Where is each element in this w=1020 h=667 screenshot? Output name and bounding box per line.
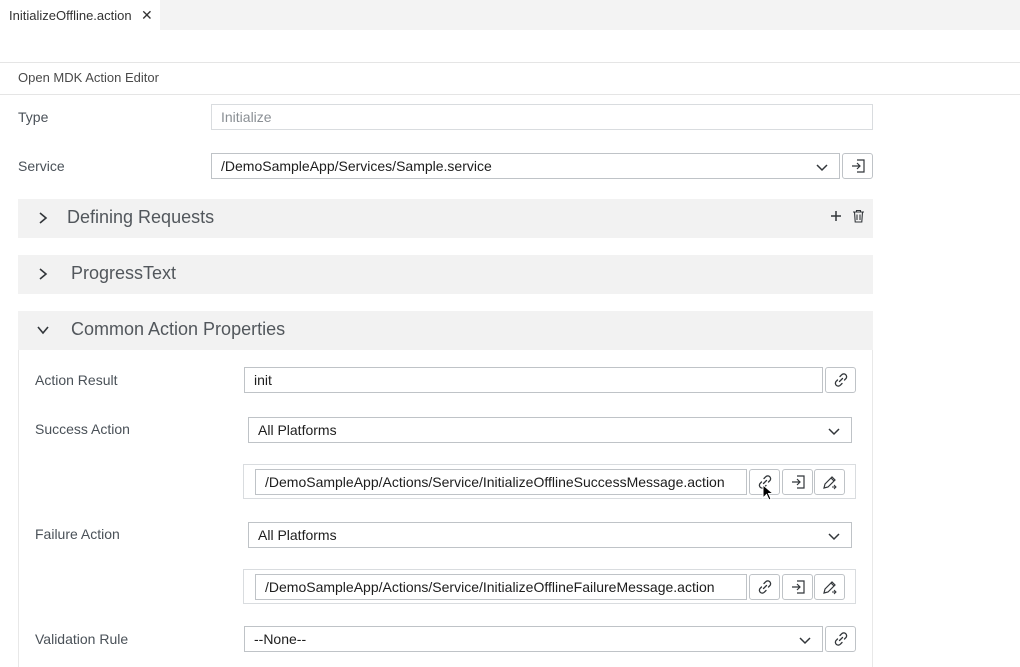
validation-rule-label: Validation Rule <box>35 631 129 647</box>
chevron-down-icon <box>816 164 828 172</box>
divider <box>0 94 1020 95</box>
section-title: Common Action Properties <box>71 319 286 339</box>
failure-open-button[interactable] <box>782 574 813 600</box>
chevron-down-icon <box>37 326 49 335</box>
edit-icon <box>822 581 837 595</box>
editor-title[interactable]: Open MDK Action Editor <box>18 70 159 85</box>
failure-link-button[interactable] <box>749 574 780 600</box>
plus-icon[interactable] <box>829 209 843 223</box>
trash-icon[interactable] <box>852 209 865 223</box>
action-result-label: Action Result <box>35 372 118 388</box>
service-label: Service <box>18 158 65 174</box>
section-title: Defining Requests <box>67 207 215 227</box>
success-open-button[interactable] <box>782 469 813 495</box>
action-result-input[interactable]: init <box>244 367 823 393</box>
mouse-cursor-icon <box>762 484 775 501</box>
chevron-down-icon <box>799 637 811 645</box>
open-service-button[interactable] <box>842 153 873 179</box>
failure-action-label: Failure Action <box>35 526 120 542</box>
validation-rule-link-button[interactable] <box>825 626 856 652</box>
success-platform-select[interactable]: All Platforms <box>248 417 852 443</box>
link-icon <box>758 580 771 594</box>
divider <box>0 62 1020 63</box>
failure-edit-button[interactable] <box>814 574 845 600</box>
chevron-down-icon <box>828 428 840 436</box>
tab-label: InitializeOffline.action <box>9 7 132 23</box>
success-action-label: Success Action <box>35 421 130 437</box>
section-common-action-properties[interactable]: Common Action Properties <box>18 311 873 350</box>
chevron-right-icon <box>39 212 48 224</box>
section-title: ProgressText <box>71 263 177 283</box>
action-result-value: init <box>254 372 272 388</box>
action-result-link-button[interactable] <box>825 367 856 393</box>
tab-initialize-offline[interactable]: InitializeOffline.action ✕ <box>0 0 160 30</box>
type-value: Initialize <box>221 109 272 125</box>
validation-rule-value: --None-- <box>254 631 307 647</box>
failure-platform-select[interactable]: All Platforms <box>248 522 852 548</box>
failure-action-value: /DemoSampleApp/Actions/Service/Initializ… <box>265 579 715 595</box>
editor-tab-bar: InitializeOffline.action ✕ <box>0 0 1020 30</box>
common-action-properties-body <box>18 350 873 667</box>
chevron-down-icon <box>828 533 840 541</box>
success-edit-button[interactable] <box>814 469 845 495</box>
failure-platform-value: All Platforms <box>258 527 337 543</box>
type-field: Initialize <box>211 104 873 130</box>
section-defining-requests[interactable]: Defining Requests <box>18 199 873 238</box>
edit-icon <box>822 476 837 490</box>
open-file-icon <box>791 475 805 489</box>
type-label: Type <box>18 109 49 125</box>
open-file-icon <box>791 580 805 594</box>
link-icon <box>834 632 847 646</box>
open-file-icon <box>851 159 865 173</box>
success-action-input[interactable]: /DemoSampleApp/Actions/Service/Initializ… <box>255 469 747 495</box>
validation-rule-select[interactable]: --None-- <box>244 626 823 652</box>
link-icon <box>834 373 847 387</box>
close-icon[interactable]: ✕ <box>141 7 153 24</box>
service-value: /DemoSampleApp/Services/Sample.service <box>221 158 492 174</box>
service-select[interactable]: /DemoSampleApp/Services/Sample.service <box>211 153 840 179</box>
success-platform-value: All Platforms <box>258 422 337 438</box>
section-progress-text[interactable]: ProgressText <box>18 255 873 294</box>
success-action-value: /DemoSampleApp/Actions/Service/Initializ… <box>265 474 725 490</box>
chevron-right-icon <box>39 268 48 280</box>
failure-action-input[interactable]: /DemoSampleApp/Actions/Service/Initializ… <box>255 574 747 600</box>
